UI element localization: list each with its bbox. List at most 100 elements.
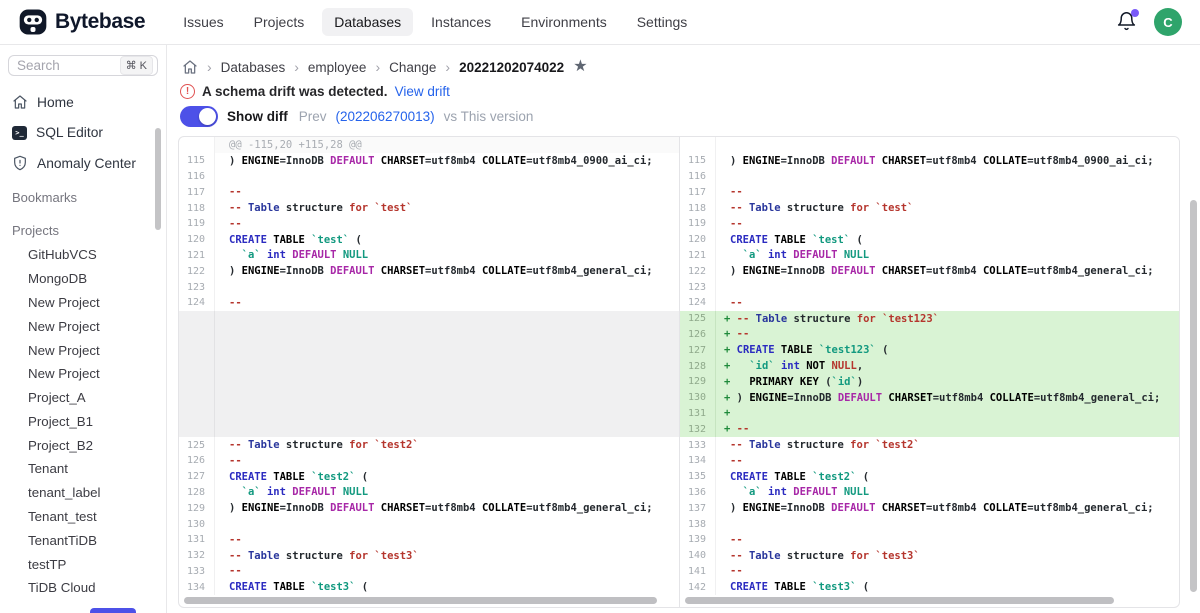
code-token: DEFAULT — [330, 155, 374, 167]
sidebar-item-sql-editor[interactable]: >_ SQL Editor — [8, 119, 158, 146]
code-token: `test3` — [311, 581, 355, 593]
code-token: NULL — [343, 249, 368, 261]
diff-code-row: 122) ENGINE=InnoDB DEFAULT CHARSET=utf8m… — [179, 263, 679, 279]
star-icon[interactable]: ★ — [573, 59, 587, 75]
line-number: 128 — [680, 358, 716, 374]
diff-code-row: 131-- — [179, 532, 679, 548]
code-token: `test` — [311, 234, 349, 246]
diff-code-row: 124-- — [680, 295, 1179, 311]
diff-code-row: 133-- Table structure for `test2` — [680, 437, 1179, 453]
sidebar-project-item[interactable]: Project_A — [24, 386, 158, 410]
home-icon[interactable] — [182, 59, 198, 75]
breadcrumb: ›Databases›employee›Change›2022120207402… — [182, 59, 588, 75]
line-number: 135 — [680, 469, 716, 485]
code-token: DEFAULT — [330, 265, 374, 277]
sidebar-project-item[interactable]: Tenant — [24, 457, 158, 481]
sidebar-project-item[interactable]: New Project — [24, 338, 158, 362]
code-token: CHARSET — [882, 155, 926, 167]
breadcrumb-item[interactable]: Change — [389, 60, 436, 75]
code-text: CREATE TABLE `test` ( — [716, 232, 1179, 248]
diff-placeholder-row — [179, 374, 679, 390]
sidebar-project-item[interactable]: MongoDB — [24, 267, 158, 291]
code-token: `test3` — [812, 581, 856, 593]
code-text — [716, 169, 1179, 185]
code-token — [737, 360, 750, 372]
code-token: =utf8mb4 — [926, 155, 983, 167]
sidebar-project-item[interactable]: testTP — [24, 552, 158, 576]
show-diff-toggle[interactable] — [180, 106, 218, 127]
line-number: 120 — [680, 232, 716, 248]
sidebar-project-item[interactable]: TenantTiDB — [24, 528, 158, 552]
code-token: -- — [730, 202, 749, 214]
page-scrollbar-thumb[interactable] — [1190, 200, 1197, 592]
code-token: ( — [355, 471, 368, 483]
code-token: int — [768, 486, 787, 498]
nav-item-environments[interactable]: Environments — [509, 8, 619, 36]
terminal-icon: >_ — [12, 126, 27, 140]
code-text: -- Table structure for `test3` — [716, 548, 1179, 564]
view-drift-link[interactable]: View drift — [395, 84, 450, 99]
code-token: ) — [229, 265, 242, 277]
diff-added-row: 132+ -- — [680, 421, 1179, 437]
sidebar-scrollbar-thumb[interactable] — [155, 128, 161, 230]
nav-item-settings[interactable]: Settings — [625, 8, 700, 36]
search-box[interactable]: ⌘ K — [8, 55, 158, 76]
code-token: `test2` — [311, 471, 355, 483]
line-number: 130 — [680, 390, 716, 406]
vs-label: vs This version — [444, 109, 534, 124]
nav-item-instances[interactable]: Instances — [419, 8, 503, 36]
code-token: ( — [819, 376, 832, 388]
sidebar-project-item[interactable]: Project_B2 — [24, 433, 158, 457]
prev-version-link[interactable]: (202206270013) — [336, 109, 435, 124]
code-token: DEFAULT — [831, 502, 875, 514]
code-text: `a` int DEFAULT NULL — [215, 248, 679, 264]
sidebar-project-item[interactable]: New Project — [24, 291, 158, 315]
sidebar-project-item[interactable]: Project_B1 — [24, 409, 158, 433]
sidebar-project-item[interactable]: New Project — [24, 362, 158, 386]
diff-added-row: 125+ -- Table structure for `test123` — [680, 311, 1179, 327]
code-token: =utf8mb4 — [425, 502, 482, 514]
sidebar-project-item[interactable]: New Project — [24, 314, 158, 338]
sidebar-section-projects[interactable]: Projects — [8, 218, 158, 243]
code-token: TABLE — [273, 581, 305, 593]
code-token: int — [781, 360, 800, 372]
code-token: DEFAULT — [838, 392, 882, 404]
sidebar-project-item[interactable]: tenant_label — [24, 481, 158, 505]
code-token: for — [850, 439, 869, 451]
sidebar-project-item[interactable]: TiDB Cloud — [24, 576, 158, 600]
line-number: 128 — [179, 485, 215, 501]
nav-item-projects[interactable]: Projects — [242, 8, 317, 36]
avatar[interactable]: C — [1154, 8, 1182, 36]
added-marker: + — [724, 360, 737, 372]
code-text: -- Table structure for `test2` — [716, 437, 1179, 453]
code-token: `test3` — [374, 550, 418, 562]
line-number: 125 — [680, 311, 716, 327]
code-text: ) ENGINE=InnoDB DEFAULT CHARSET=utf8mb4 … — [716, 263, 1179, 279]
nav-item-issues[interactable]: Issues — [171, 8, 235, 36]
code-token — [730, 486, 743, 498]
code-text: + PRIMARY KEY (`id`) — [716, 374, 1179, 390]
code-token: CHARSET — [381, 502, 425, 514]
sidebar-project-item[interactable]: GitHubVCS — [24, 243, 158, 267]
sidebar-item-anomaly-center[interactable]: Anomaly Center — [8, 149, 158, 177]
diff-code-row: 116 — [680, 169, 1179, 185]
nav-item-databases[interactable]: Databases — [322, 8, 413, 36]
diff-added-row: 130+ ) ENGINE=InnoDB DEFAULT CHARSET=utf… — [680, 390, 1179, 406]
diff-code-row: 142CREATE TABLE `test3` ( — [680, 579, 1179, 595]
code-token: ENGINE — [242, 155, 280, 167]
sidebar-project-item[interactable]: Tenant_test — [24, 505, 158, 529]
notifications-button[interactable] — [1116, 11, 1138, 33]
brand[interactable]: Bytebase — [18, 7, 145, 37]
diff-placeholder-row — [179, 421, 679, 437]
code-token: `test` — [374, 202, 412, 214]
sidebar-item-label: SQL Editor — [36, 125, 103, 140]
breadcrumb-item[interactable]: Databases — [221, 60, 286, 75]
search-input[interactable] — [17, 58, 101, 73]
breadcrumb-item[interactable]: 20221202074022 — [459, 60, 564, 75]
h-scrollbar-thumb[interactable] — [685, 597, 1114, 604]
h-scrollbar-thumb[interactable] — [184, 597, 657, 604]
sidebar-item-home[interactable]: Home — [8, 88, 158, 116]
sidebar-section-bookmarks[interactable]: Bookmarks — [8, 185, 158, 210]
breadcrumb-separator: › — [445, 59, 450, 75]
breadcrumb-item[interactable]: employee — [308, 60, 367, 75]
